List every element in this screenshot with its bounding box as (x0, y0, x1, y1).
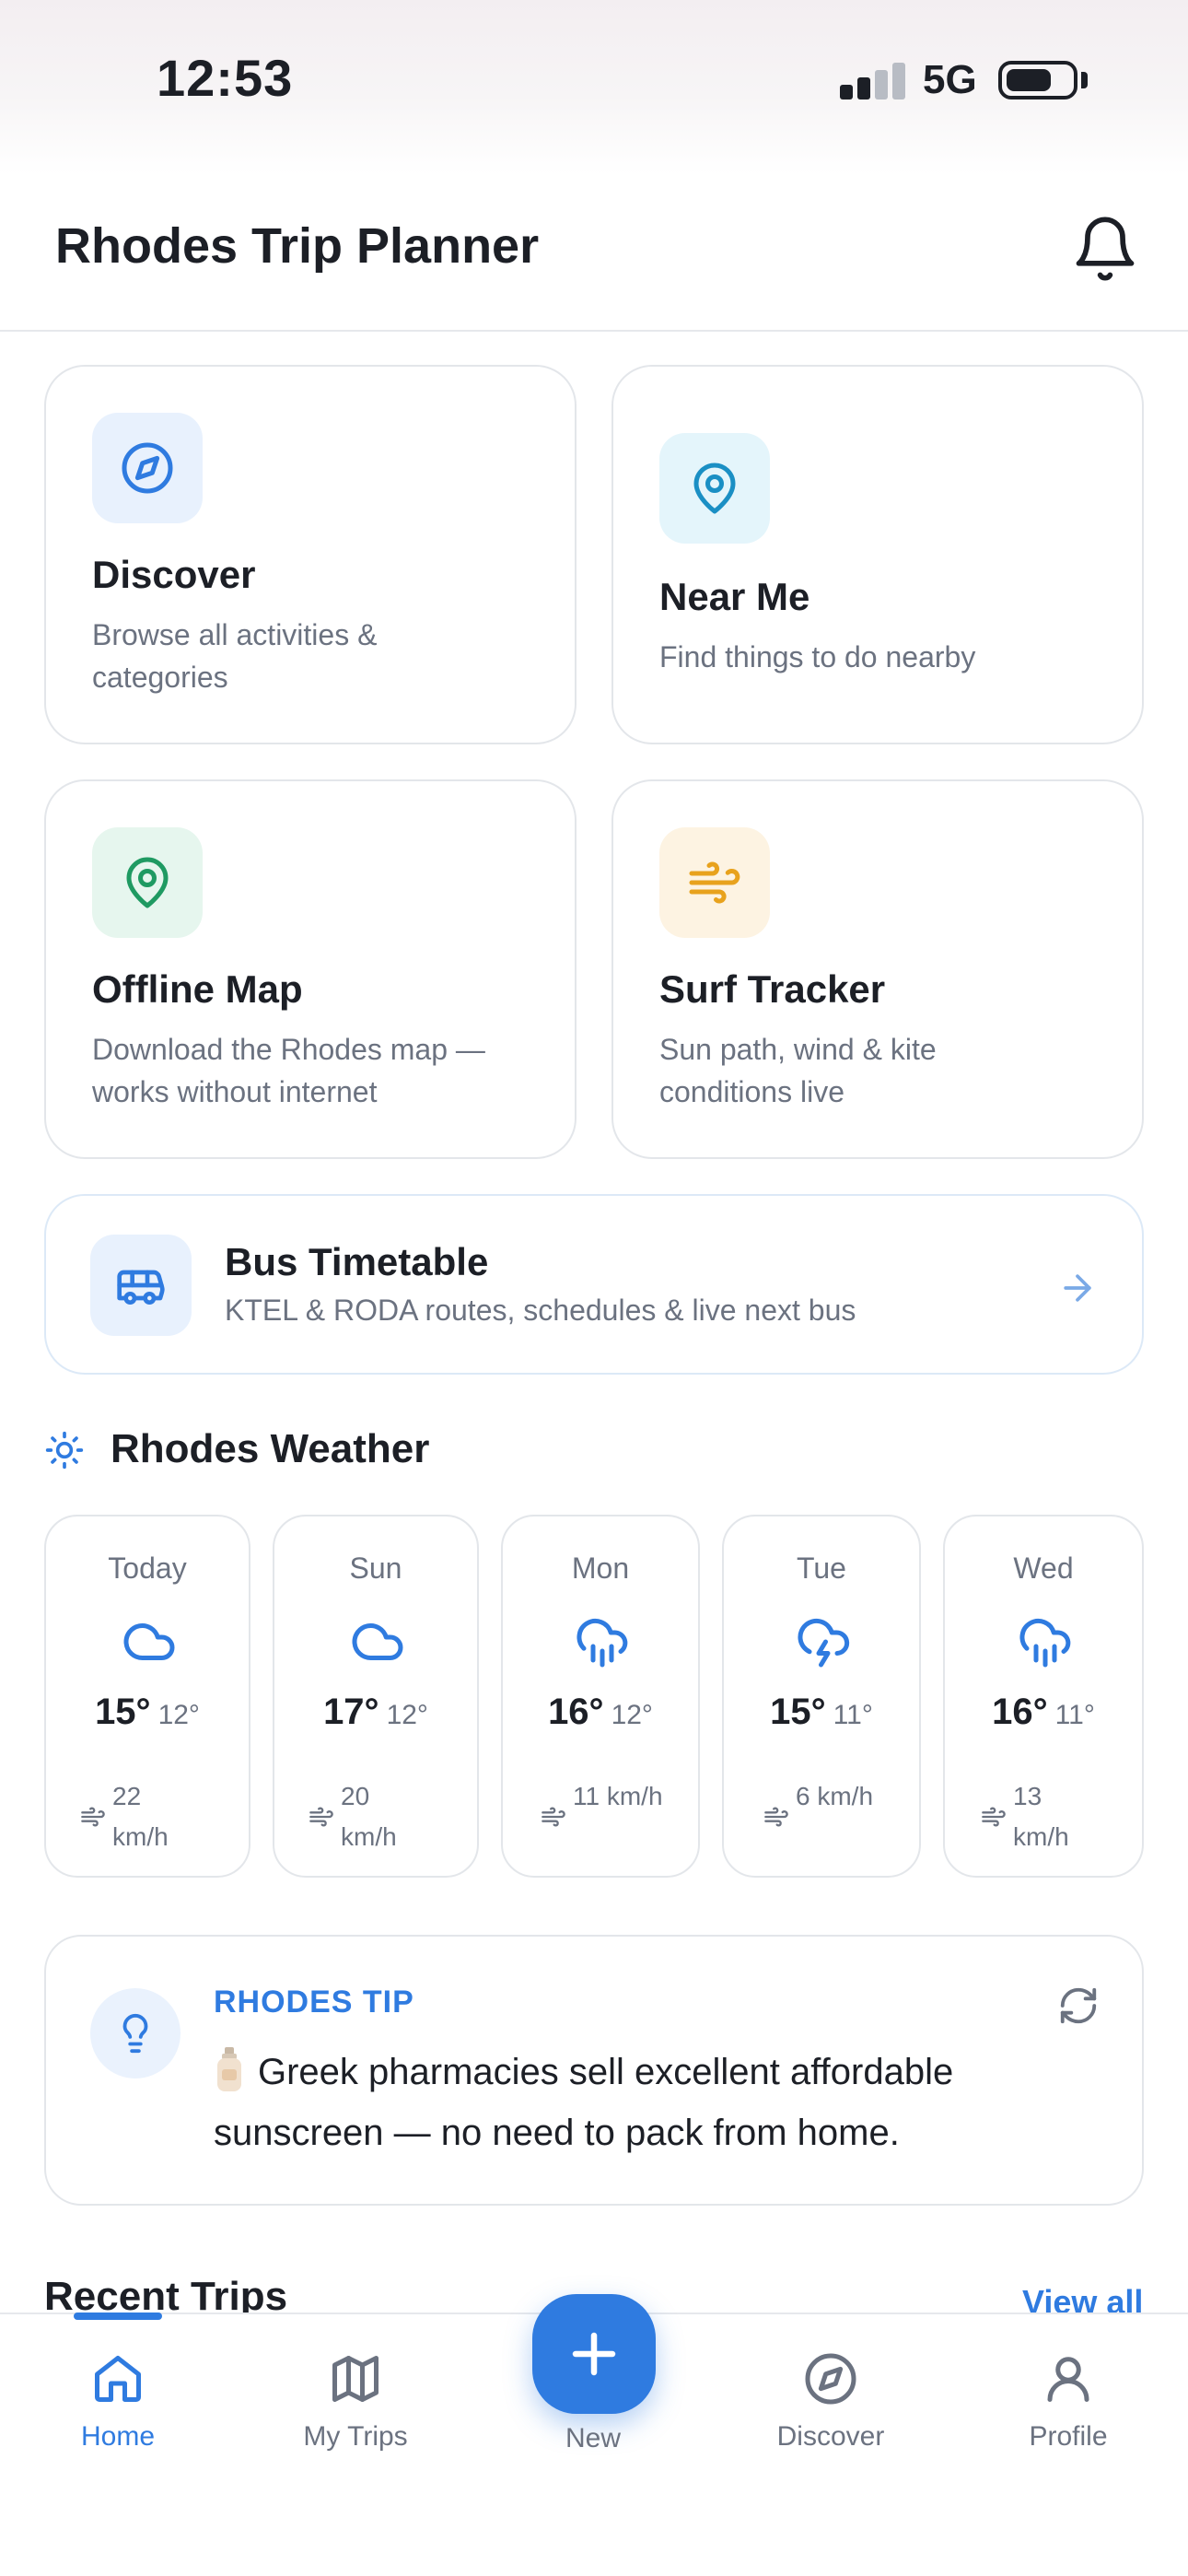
map-pin-icon (126, 857, 169, 908)
compass-icon (122, 442, 173, 494)
near-me-description: Find things to do nearby (659, 640, 976, 673)
weather-wind: 22 km/h (112, 1782, 169, 1851)
weather-day-mon[interactable]: Mon 16° 12° 11 km/h (501, 1515, 700, 1878)
weather-temp: 15° 12° (95, 1692, 200, 1732)
near-me-icon-tile (659, 433, 770, 544)
status-time: 12:53 (157, 49, 294, 107)
tab-label: Discover (776, 2421, 885, 2452)
weather-day-name: Today (108, 1551, 187, 1585)
tab-label: Home (80, 2421, 156, 2452)
network-label: 5G (923, 57, 977, 102)
tab-label-new: New (565, 2423, 621, 2453)
weather-day-tue[interactable]: Tue 15° 11° 6 km/h (722, 1515, 921, 1878)
bus-timetable-card[interactable]: Bus Timetable KTEL & RODA routes, schedu… (44, 1194, 1144, 1375)
weather-day-wed[interactable]: Wed 16° 11° 13 km/h (943, 1515, 1144, 1878)
bus-timetable-description: KTEL & RODA routes, schedules & live nex… (225, 1294, 856, 1327)
page-title: Rhodes Trip Planner (55, 218, 540, 274)
rhodes-tip-card: RHODES TIP Greek pharmacies sell excelle… (44, 1935, 1144, 2206)
weather-day-name: Sun (349, 1551, 402, 1585)
arrow-right-icon (1064, 1274, 1091, 1302)
cloud-lightning-icon (798, 1618, 850, 1668)
refresh-icon[interactable] (1057, 1985, 1100, 2027)
lightbulb-icon (122, 2014, 148, 2054)
bus-icon-tile (90, 1235, 192, 1336)
weather-header: Rhodes Weather (44, 1423, 781, 1478)
offline-map-card[interactable]: Offline Map Download the Rhodes map — wo… (44, 779, 577, 1159)
weather-temp: 15° 11° (770, 1692, 873, 1732)
wind-icon (689, 861, 740, 904)
weather-wind: 20 km/h (341, 1782, 397, 1851)
wind-icon (81, 1807, 105, 1827)
weather-day-name: Tue (797, 1551, 846, 1585)
discover-title: Discover (92, 553, 256, 596)
battery-icon (998, 61, 1077, 100)
weather-temp: 16° 11° (992, 1692, 1095, 1732)
cloud-icon (123, 1623, 175, 1660)
weather-wind: 13 km/h (1013, 1782, 1069, 1851)
tab-my-trips[interactable]: My Trips (263, 2348, 448, 2467)
tip-icon-circle (90, 1988, 181, 2078)
near-me-card[interactable]: Near Me Find things to do nearby (611, 365, 1144, 744)
signal-icon (840, 63, 906, 100)
surf-tracker-card[interactable]: Surf Tracker Sun path, wind & kite condi… (611, 779, 1144, 1159)
map-icon (332, 2356, 379, 2402)
weather-wind: 6 km/h (796, 1782, 874, 1810)
plus-icon (572, 2332, 616, 2376)
weather-wind: 11 km/h (573, 1782, 663, 1810)
app-header: Rhodes Trip Planner (0, 175, 1188, 332)
tab-discover[interactable]: Discover (739, 2348, 923, 2467)
offline-map-title: Offline Map (92, 967, 303, 1011)
weather-temp: 16° 12° (548, 1692, 653, 1732)
wind-icon (764, 1807, 788, 1827)
tab-label: Profile (1029, 2421, 1108, 2452)
compass-icon (805, 2353, 856, 2405)
cloud-icon (352, 1623, 403, 1660)
discover-card[interactable]: Discover Browse all activities & categor… (44, 365, 577, 744)
tab-profile[interactable]: Profile (976, 2348, 1160, 2467)
tip-label: RHODES TIP (214, 1985, 414, 2020)
wind-icon (982, 1807, 1006, 1827)
weather-day-sun[interactable]: Sun 17° 12° 20 km/h (273, 1515, 479, 1878)
cloud-rain-icon (577, 1619, 628, 1668)
offline-map-description: Download the Rhodes map — works without … (92, 1033, 485, 1108)
weather-day-today[interactable]: Today 15° 12° 22 km/h (44, 1515, 250, 1878)
sun-icon (45, 1431, 84, 1469)
map-pin-icon (693, 463, 736, 514)
tip-text: Greek pharmacies sell excellent affordab… (214, 2042, 1116, 2163)
surf-tracker-description: Sun path, wind & kite conditions live (659, 1033, 937, 1108)
surf-tracker-icon-tile (659, 827, 770, 938)
tab-home[interactable]: Home (26, 2348, 210, 2467)
home-icon (95, 2356, 141, 2402)
new-trip-button[interactable] (532, 2294, 656, 2414)
cloud-rain-icon (1019, 1619, 1071, 1668)
surf-tracker-title: Surf Tracker (659, 967, 886, 1011)
bus-icon (117, 1270, 165, 1305)
user-icon (1047, 2357, 1089, 2402)
bottom-tab-bar: Home My Trips New Discover Profile (0, 2294, 1188, 2576)
weather-temp: 17° 12° (323, 1692, 428, 1732)
tab-label: My Trips (303, 2421, 408, 2452)
status-bar: 12:53 5G (0, 0, 1188, 175)
offline-map-icon-tile (92, 827, 203, 938)
discover-description: Browse all activities & categories (92, 618, 378, 694)
weather-day-name: Wed (1013, 1551, 1074, 1585)
weather-day-name: Mon (571, 1551, 630, 1585)
near-me-title: Near Me (659, 575, 810, 618)
discover-icon-tile (92, 413, 203, 523)
wind-icon (542, 1807, 565, 1827)
wind-icon (309, 1807, 333, 1827)
bus-timetable-title: Bus Timetable (225, 1240, 489, 1283)
lotion-bottle-icon (214, 2047, 245, 2093)
active-tab-indicator (74, 2313, 162, 2320)
bell-icon[interactable] (1070, 214, 1140, 284)
weather-title: Rhodes Weather (111, 1426, 430, 1471)
